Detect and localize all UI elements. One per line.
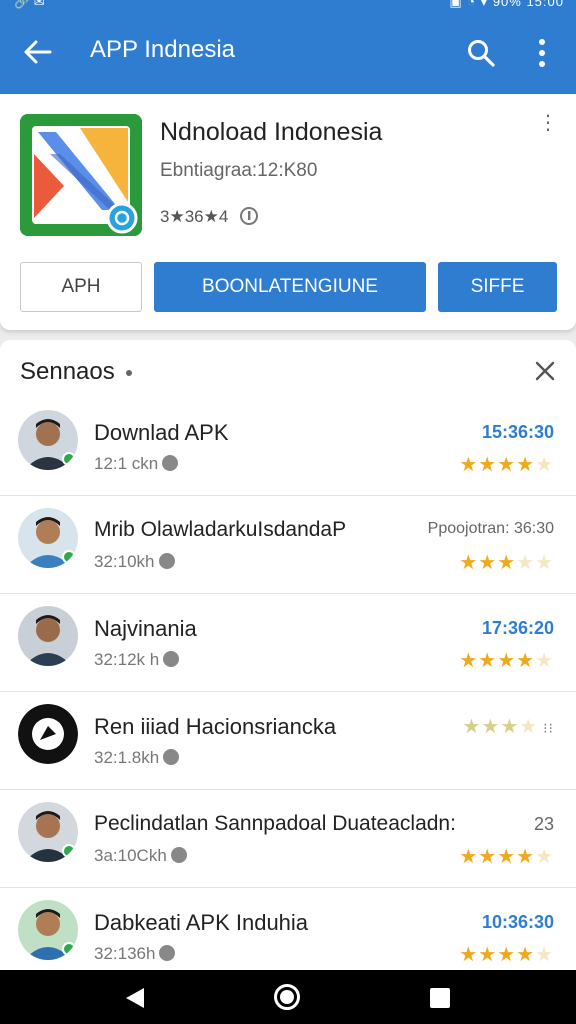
more-vert-icon[interactable] (532, 38, 552, 68)
share-button[interactable]: SIFFE (438, 262, 557, 312)
online-badge (62, 452, 76, 466)
item-sub-text: 32:136h (94, 944, 156, 963)
list-item[interactable]: Najvinania 32:12k h 17:36:20 ★★★★★ (0, 594, 576, 692)
list-dot (126, 370, 132, 376)
item-meta: Ppoojotran: 36:30 (427, 520, 554, 537)
avatar (18, 802, 78, 862)
list-item[interactable]: Dabkeati APK Induhia 32:136h 10:36:30 ★★… (0, 888, 576, 970)
list-panel: Sennaos Downlad APK 12:1 ckn 15:36:30 ★★… (0, 340, 576, 970)
online-badge (62, 844, 76, 858)
item-title: Dabkeati APK Induhia (94, 910, 309, 935)
item-time: 17:36:20 (481, 618, 554, 638)
app-icon (20, 114, 142, 236)
nav-back-icon[interactable] (124, 986, 148, 1010)
list-item[interactable]: Mrib OlawladarkuIsdandaP 32:10kh Ppoojot… (0, 496, 576, 594)
list-item[interactable]: Peclindatlan Sannpadoal Duateacladn: 3a:… (0, 790, 576, 888)
info-icon (240, 207, 259, 225)
item-sub-text: 3a:10Ckh (94, 846, 167, 865)
app-name: Ndnoload Indonesia (160, 118, 383, 146)
item-sub: 3a:10Ckh (94, 846, 187, 866)
avatar (18, 606, 78, 666)
globe-icon (163, 749, 180, 765)
search-icon[interactable] (466, 38, 496, 68)
page-title: APP Indnesia (90, 36, 235, 63)
app-card: Ndnoload Indonesia Ebntiagraa:12:K80 3★3… (0, 94, 576, 330)
item-sub: 12:1 ckn (94, 454, 179, 474)
item-sub: 32:10kh (94, 552, 175, 572)
item-stars: ★★★★★ (459, 846, 554, 868)
item-stars: ★★★★★ (459, 454, 554, 476)
app-logo-icon (18, 704, 78, 764)
online-badge (62, 942, 76, 956)
avatar (18, 900, 78, 960)
item-sub: 32:1.8kh (94, 748, 180, 768)
close-icon[interactable] (534, 360, 556, 382)
avatar (18, 410, 78, 470)
apk-button[interactable]: APH (20, 262, 142, 312)
item-stars: ★★★★★ (459, 552, 554, 574)
item-sub-text: 32:10kh (94, 552, 155, 571)
status-left: 🔗 ✉ (14, 0, 45, 9)
app-bar: APP Indnesia (0, 14, 576, 94)
system-nav-bar (0, 970, 576, 1024)
online-badge (62, 550, 76, 564)
status-bar: 🔗 ✉ ▣ ◔ ▾ 90% 15:00 (0, 0, 576, 14)
item-sub: 32:136h (94, 944, 176, 964)
globe-icon (162, 455, 179, 471)
item-title: Peclindatlan Sannpadoal Duateacladn: (94, 812, 456, 835)
app-subtitle: Ebntiagraa:12:K80 (160, 160, 318, 181)
app-rating-text: 3★36★4 (160, 207, 229, 226)
item-stars: ★★★★★ (459, 650, 554, 672)
item-sub-text: 32:1.8kh (94, 748, 160, 767)
item-stars: ★★★★ ⁝⁝ (462, 716, 554, 738)
avatar (18, 508, 78, 568)
app-rating: 3★36★4 (160, 206, 259, 227)
item-title: Ren iiiad Hacionsriancka (94, 714, 337, 739)
list-title: Sennaos (20, 358, 115, 385)
list-item[interactable]: Downlad APK 12:1 ckn 15:36:30 ★★★★★ (0, 398, 576, 496)
card-more-icon[interactable]: ⋮ (538, 113, 558, 133)
item-title: Mrib OlawladarkuIsdandaP (94, 518, 347, 541)
globe-icon (158, 553, 175, 569)
item-sub-text: 12:1 ckn (94, 454, 159, 473)
item-sub: 32:12k h (94, 650, 180, 670)
item-title: Downlad APK (94, 420, 229, 445)
globe-icon (170, 847, 187, 863)
list-item[interactable]: Ren iiiad Hacionsriancka 32:1.8kh ★★★★ ⁝… (0, 692, 576, 790)
globe-icon (159, 945, 176, 961)
status-right: ▣ ◔ ▾ 90% 15:00 (449, 0, 564, 9)
item-title: Najvinania (94, 616, 197, 641)
nav-home-icon[interactable] (274, 984, 300, 1010)
item-time: 10:36:30 (481, 912, 554, 932)
item-time: 15:36:30 (481, 422, 554, 442)
item-meta: 23 (533, 814, 554, 834)
nav-recents-icon[interactable] (430, 988, 450, 1008)
globe-icon (163, 651, 180, 667)
download-button[interactable]: BOONLATENGIUNE (154, 262, 426, 312)
item-sub-text: 32:12k h (94, 650, 160, 669)
arrow-left-icon[interactable] (22, 36, 54, 68)
item-stars: ★★★★★ (459, 944, 554, 966)
